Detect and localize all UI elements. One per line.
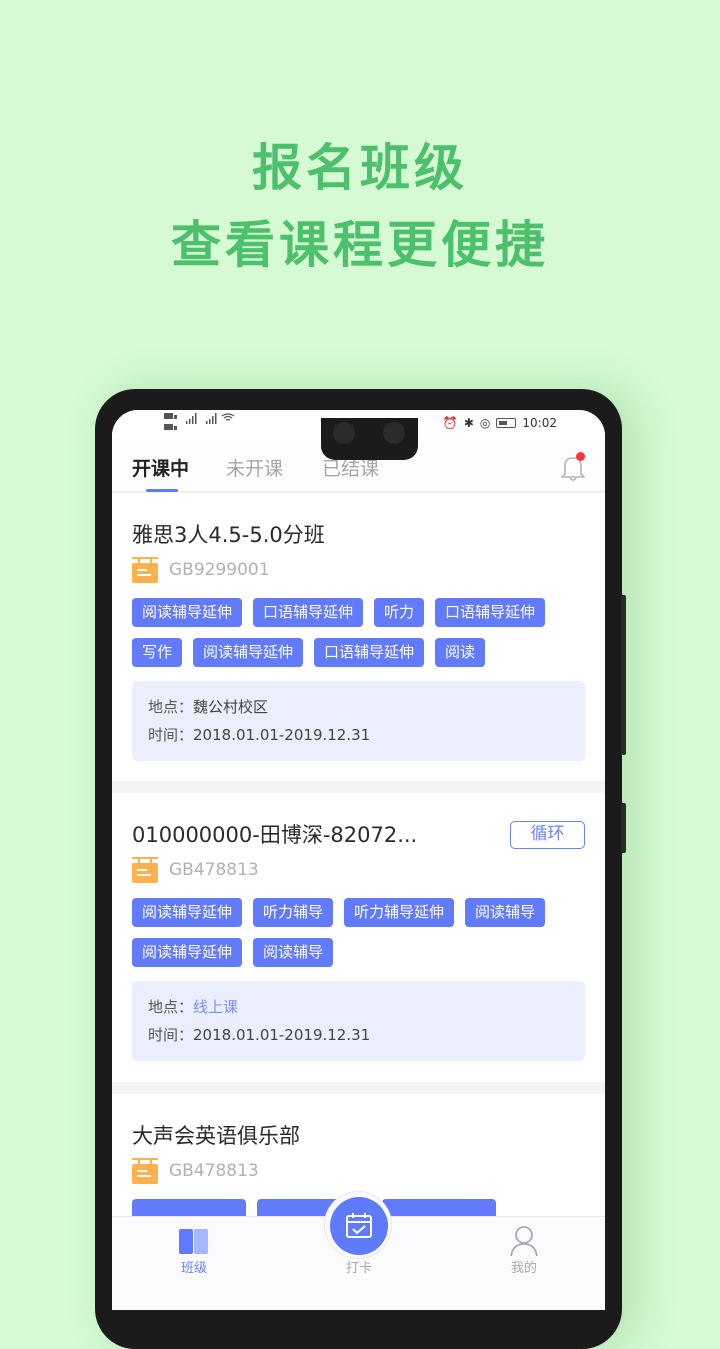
time-label: 时间： <box>148 1026 194 1044</box>
course-tag: 阅读辅导延伸 <box>193 638 304 667</box>
course-tag: 阅读辅导 <box>253 938 334 967</box>
course-tag: 阅读 <box>435 638 486 667</box>
class-title: 雅思3人4.5-5.0分班 <box>132 523 325 547</box>
bluetooth-icon: ✱ <box>463 416 474 430</box>
promo-headline-1: 报名班级 <box>252 139 468 197</box>
course-tag: 口语辅导延伸 <box>314 638 425 667</box>
time-value: 2018.01.01-2019.12.31 <box>193 1026 371 1044</box>
status-right: ⏰ ✱ ◎ 10:02 <box>443 416 557 430</box>
bottom-navigation: 班级 打卡 我的 <box>112 1191 605 1310</box>
location-value: 线上课 <box>193 998 239 1016</box>
course-tags: 阅读辅导延伸 口语辅导延伸 听力 口语辅导延伸 写作 阅读辅导延伸 口语辅导延伸… <box>132 598 585 678</box>
signboard-icon <box>132 857 158 883</box>
time-value: 2018.01.01-2019.12.31 <box>193 726 371 744</box>
calendar-check-icon <box>346 1213 372 1238</box>
camera-icon <box>383 422 405 444</box>
course-tag: 口语辅导延伸 <box>253 598 364 627</box>
course-tag: 听力辅导延伸 <box>344 898 455 927</box>
signboard-icon <box>132 1158 158 1184</box>
time-label: 时间： <box>148 726 194 744</box>
class-info-box: 地点：线上课 时间：2018.01.01-2019.12.31 <box>132 981 585 1061</box>
class-card[interactable]: 010000000-田博深-82072... 循环 GB478813 阅读辅导延… <box>112 793 605 1082</box>
course-tag: 阅读辅导 <box>465 898 546 927</box>
app-screen: ⏰ ✱ ◎ 10:02 开课中 未开课 已结课 雅思3人4.5-5.0分班 GB… <box>112 410 605 1310</box>
location-label: 地点： <box>148 698 194 716</box>
tab-upcoming[interactable]: 未开课 <box>226 454 283 481</box>
location-icon: ◎ <box>479 416 491 430</box>
class-code: GB9299001 <box>169 560 270 580</box>
class-list: 雅思3人4.5-5.0分班 GB9299001 阅读辅导延伸 口语辅导延伸 听力… <box>112 493 605 1306</box>
location-label: 地点： <box>148 998 194 1016</box>
course-tags: 阅读辅导延伸 听力辅导 听力辅导延伸 阅读辅导 阅读辅导延伸 阅读辅导 <box>132 898 585 978</box>
nav-label: 打卡 <box>345 1261 372 1276</box>
course-tag: 阅读辅导延伸 <box>132 598 243 627</box>
class-code-row: GB9299001 <box>132 556 585 584</box>
course-tag: 阅读辅导延伸 <box>132 938 243 967</box>
class-card[interactable]: 雅思3人4.5-5.0分班 GB9299001 阅读辅导延伸 口语辅导延伸 听力… <box>112 493 605 781</box>
active-tab-indicator <box>146 489 178 492</box>
battery-icon <box>496 418 517 428</box>
class-code: GB478813 <box>169 860 259 880</box>
tab-ongoing[interactable]: 开课中 <box>132 454 189 481</box>
book-icon <box>179 1229 208 1254</box>
class-code-row: GB478813 <box>132 856 585 884</box>
user-icon <box>510 1226 538 1257</box>
course-tag: 口语辅导延伸 <box>435 598 546 627</box>
signal-icon <box>164 413 235 430</box>
phone-frame: ⏰ ✱ ◎ 10:02 开课中 未开课 已结课 雅思3人4.5-5.0分班 GB… <box>95 389 626 1349</box>
nav-label: 我的 <box>510 1261 537 1276</box>
nav-label: 班级 <box>180 1261 207 1276</box>
class-info-box: 地点：魏公村校区 时间：2018.01.01-2019.12.31 <box>132 681 585 761</box>
clock: 10:02 <box>522 416 557 430</box>
camera-notch <box>321 418 418 460</box>
course-tag: 阅读辅导延伸 <box>132 898 243 927</box>
volume-button <box>621 595 626 755</box>
promo-headline-2: 查看课程更便捷 <box>171 216 549 274</box>
recurring-badge: 循环 <box>510 821 585 849</box>
course-tag: 听力 <box>374 598 425 627</box>
notification-dot <box>576 452 585 461</box>
alarm-icon: ⏰ <box>442 416 458 430</box>
course-tag: 听力辅导 <box>253 898 334 927</box>
checkin-fab[interactable] <box>330 1197 388 1255</box>
class-code-row: GB478813 <box>132 1157 585 1185</box>
course-tag: 写作 <box>132 638 183 667</box>
class-title: 大声会英语俱乐部 <box>132 1124 300 1148</box>
class-code: GB478813 <box>169 1161 259 1181</box>
location-value: 魏公村校区 <box>193 698 269 716</box>
signboard-icon <box>132 557 158 583</box>
camera-icon <box>333 422 355 444</box>
power-button <box>621 803 626 853</box>
signal-indicators <box>164 412 244 438</box>
